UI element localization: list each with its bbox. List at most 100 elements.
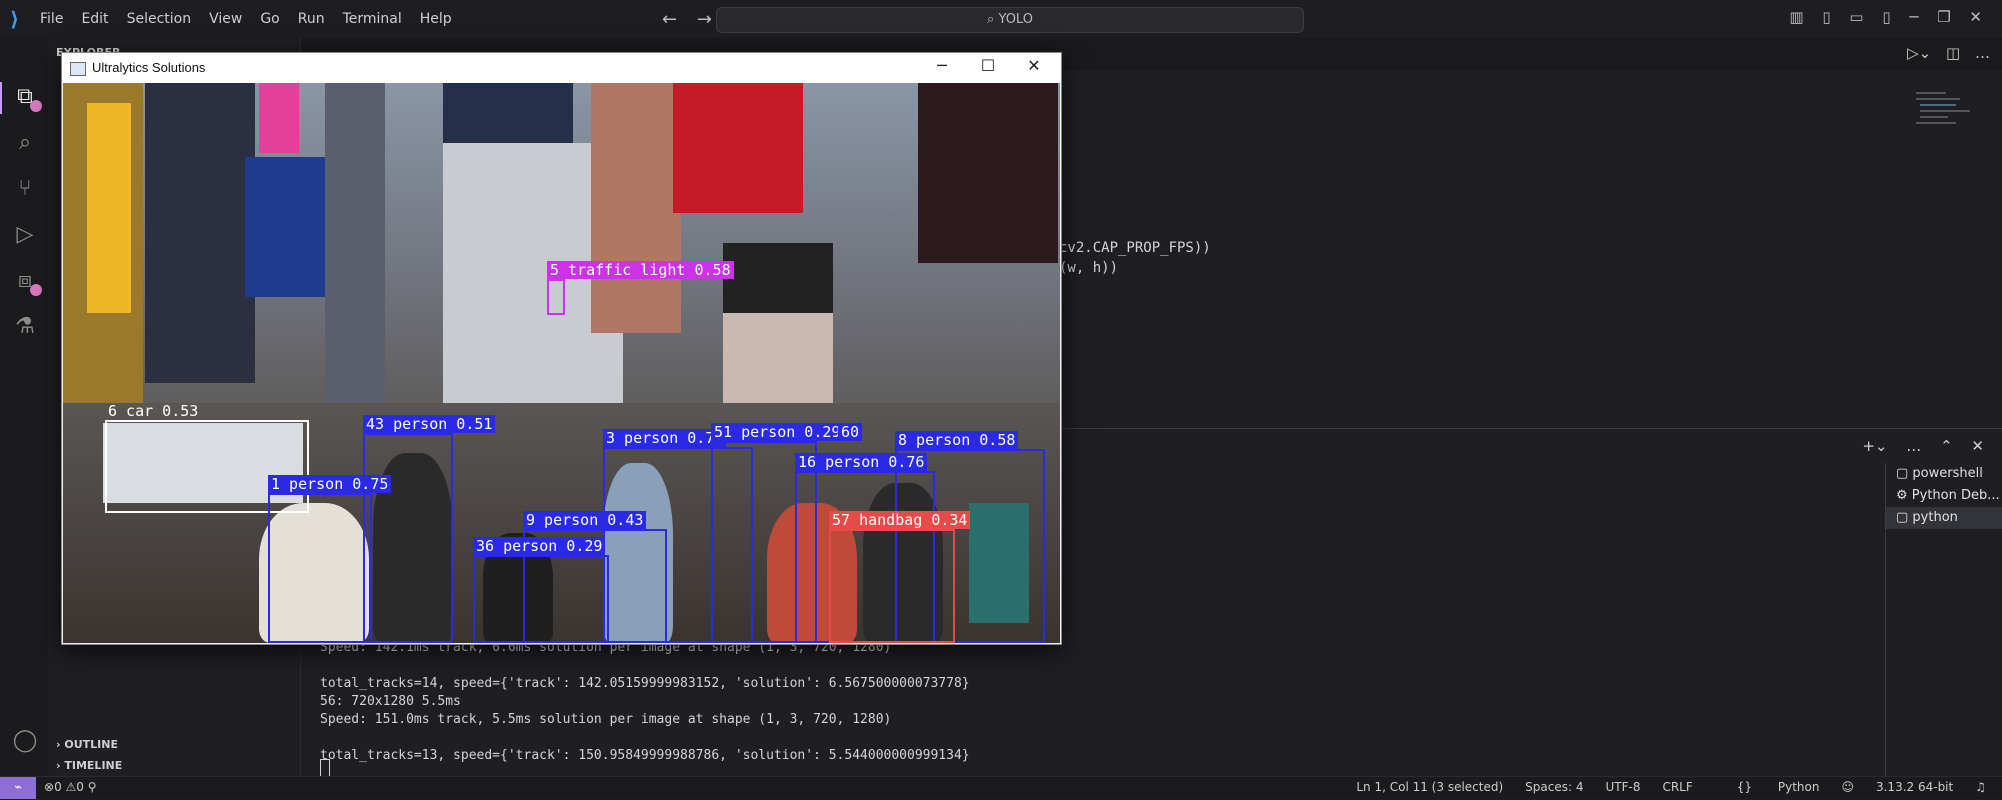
terminal-tab-label: powershell bbox=[1912, 466, 1983, 481]
digital-billboard bbox=[723, 313, 833, 403]
terminal-tab-powershell[interactable]: ▢ powershell bbox=[1886, 463, 2002, 485]
title-bar: ⟩ File Edit Selection View Go Run Termin… bbox=[0, 0, 2002, 39]
braces-icon: {} bbox=[1736, 780, 1756, 794]
code-line[interactable]: (w, h)) bbox=[1059, 260, 1118, 276]
error-count: 0 bbox=[54, 780, 62, 794]
maximize-panel-icon[interactable]: ⌃ bbox=[1940, 437, 1953, 455]
menu-selection[interactable]: Selection bbox=[127, 11, 192, 27]
activity-bar: ⧉ ⌕ ⑂ ▷ ⧈ ⚗ ◯ ⚙ bbox=[0, 38, 49, 799]
search-icon: ⌕ bbox=[987, 12, 999, 27]
detection-frame-image: 5 traffic light 0.58 6 car 0.53 43 perso… bbox=[63, 83, 1060, 643]
line-ending[interactable]: CRLF bbox=[1662, 780, 1692, 794]
menu-terminal[interactable]: Terminal bbox=[343, 11, 402, 27]
timeline-label: TIMELINE bbox=[64, 759, 123, 772]
run-debug-icon[interactable]: ▷ bbox=[12, 222, 38, 248]
building bbox=[591, 83, 681, 333]
window-controls: ▥ ▯ ▭ ▯ ─ ❐ ✕ bbox=[1775, 8, 1982, 26]
warning-count: 0 bbox=[76, 780, 84, 794]
cursor-position[interactable]: Ln 1, Col 11 (3 selected) bbox=[1356, 780, 1503, 794]
search-icon[interactable]: ⌕ bbox=[12, 130, 38, 156]
status-bar: ⌁ ⊗0 ⚠0 ⚲ Ln 1, Col 11 (3 selected) Spac… bbox=[0, 776, 2002, 799]
copilot-icon[interactable]: ☺ bbox=[1841, 780, 1854, 794]
more-actions-icon[interactable]: … bbox=[1906, 437, 1921, 455]
status-problems[interactable]: ⊗0 ⚠0 ⚲ bbox=[44, 780, 97, 794]
timeline-section[interactable]: › TIMELINE bbox=[56, 759, 122, 772]
cv-maximize-icon[interactable]: ☐ bbox=[965, 56, 1011, 75]
remote-indicator-icon[interactable]: ⌁ bbox=[0, 777, 36, 799]
language-mode[interactable]: {} Python bbox=[1715, 780, 1820, 794]
forward-arrow-icon[interactable]: → bbox=[697, 9, 712, 30]
explorer-badge bbox=[30, 100, 42, 112]
detection-box-traffic-light bbox=[547, 279, 565, 315]
notifications-bell-icon[interactable]: ♫ bbox=[1975, 780, 1986, 794]
cv-window-titlebar[interactable]: Ultralytics Solutions ─ ☐ ✕ bbox=[62, 53, 1061, 83]
mms-building bbox=[918, 83, 1058, 263]
run-python-icon[interactable]: ▷⌄ bbox=[1907, 44, 1931, 62]
toggle-sidebar-icon[interactable]: ▯ bbox=[1822, 8, 1830, 26]
back-arrow-icon[interactable]: ← bbox=[662, 9, 677, 30]
detection-label: 6 car 0.53 bbox=[108, 402, 199, 420]
menu-run[interactable]: Run bbox=[298, 11, 325, 27]
terminal-line: Speed: 151.0ms track, 5.5ms solution per… bbox=[320, 712, 892, 727]
menu-edit[interactable]: Edit bbox=[81, 11, 108, 27]
blue-billboard bbox=[245, 157, 325, 297]
cv-close-icon[interactable]: ✕ bbox=[1011, 56, 1057, 75]
terminal-tab-python[interactable]: ▢ python bbox=[1886, 507, 2002, 529]
terminal-line: total_tracks=13, speed={'track': 150.958… bbox=[320, 748, 970, 763]
detection-label: 1 person 0.75 bbox=[268, 475, 392, 493]
encoding[interactable]: UTF-8 bbox=[1605, 780, 1640, 794]
close-panel-icon[interactable]: ✕ bbox=[1971, 437, 1984, 455]
building bbox=[145, 83, 255, 383]
more-actions-icon[interactable]: … bbox=[1975, 44, 1990, 62]
account-icon[interactable]: ◯ bbox=[12, 728, 38, 754]
menu-help[interactable]: Help bbox=[420, 11, 452, 27]
editor-toolbar: ▷⌄ ◫ … bbox=[1907, 44, 1990, 62]
testing-icon[interactable]: ⚗ bbox=[12, 314, 38, 340]
cv-minimize-icon[interactable]: ─ bbox=[919, 56, 965, 75]
layout-icon[interactable]: ▥ bbox=[1789, 8, 1803, 26]
minimize-icon[interactable]: ─ bbox=[1909, 8, 1918, 26]
detection-label: 57 handbag 0.34 bbox=[829, 511, 971, 529]
menu-bar: File Edit Selection View Go Run Terminal… bbox=[40, 0, 470, 38]
outline-label: OUTLINE bbox=[64, 738, 118, 751]
cv-window-title: Ultralytics Solutions bbox=[92, 60, 206, 75]
toggle-secondary-sidebar-icon[interactable]: ▯ bbox=[1882, 8, 1890, 26]
minimap[interactable] bbox=[1914, 90, 1974, 130]
vscode-logo-icon: ⟩ bbox=[10, 7, 20, 31]
ultralytics-solutions-window: Ultralytics Solutions ─ ☐ ✕ 5 traffic li… bbox=[61, 52, 1062, 645]
pink-billboard bbox=[259, 83, 299, 153]
source-control-icon[interactable]: ⑂ bbox=[12, 176, 38, 202]
digital-billboard bbox=[723, 243, 833, 313]
error-icon: ⊗ bbox=[44, 780, 55, 794]
detection-label: 36 person 0.29 bbox=[473, 537, 606, 555]
status-right: Ln 1, Col 11 (3 selected) Spaces: 4 UTF-… bbox=[1334, 780, 1986, 794]
now-playing-billboard bbox=[443, 83, 573, 143]
extensions-badge bbox=[30, 284, 42, 296]
menu-go[interactable]: Go bbox=[260, 11, 279, 27]
restore-icon[interactable]: ❐ bbox=[1937, 8, 1950, 26]
detection-box-handbag bbox=[829, 529, 955, 643]
language-label: Python bbox=[1777, 780, 1820, 794]
toggle-panel-icon[interactable]: ▭ bbox=[1849, 8, 1863, 26]
split-editor-icon[interactable]: ◫ bbox=[1946, 44, 1960, 62]
command-center-search[interactable]: ⌕ YOLO bbox=[716, 7, 1304, 33]
terminal-line: 56: 720x1280 5.5ms bbox=[320, 694, 461, 709]
close-icon[interactable]: ✕ bbox=[1969, 8, 1982, 26]
ports-icon[interactable]: ⚲ bbox=[88, 780, 97, 794]
code-line[interactable]: cv2.CAP_PROP_FPS)) bbox=[1059, 240, 1211, 256]
new-terminal-icon[interactable]: +⌄ bbox=[1862, 437, 1887, 455]
menu-file[interactable]: File bbox=[40, 11, 63, 27]
terminal-icon: ▢ bbox=[1896, 466, 1913, 481]
terminal-cursor bbox=[320, 759, 330, 777]
billboard-yellow bbox=[87, 103, 131, 313]
detection-box-person bbox=[268, 493, 372, 643]
terminal-tab-python-debug[interactable]: ⚙ Python Deb... bbox=[1886, 485, 2002, 507]
menu-view[interactable]: View bbox=[209, 11, 242, 27]
outline-section[interactable]: › OUTLINE bbox=[56, 738, 118, 751]
window-app-icon bbox=[70, 62, 86, 76]
python-interpreter[interactable]: 3.13.2 64-bit bbox=[1876, 780, 1953, 794]
terminal-tab-label: python bbox=[1912, 510, 1958, 525]
detection-label: 9 person 0.43 bbox=[523, 511, 647, 529]
indentation[interactable]: Spaces: 4 bbox=[1525, 780, 1583, 794]
active-indicator bbox=[0, 82, 2, 114]
